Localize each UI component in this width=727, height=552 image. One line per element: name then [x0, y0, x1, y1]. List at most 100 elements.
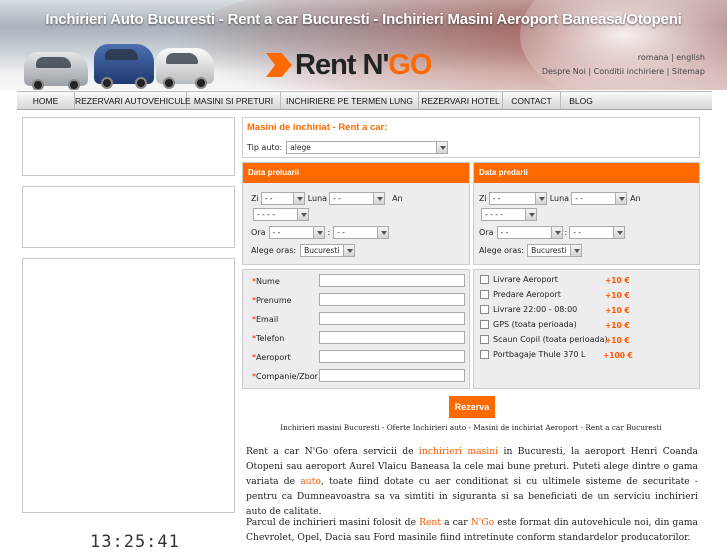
left-panel-middle: [22, 186, 235, 248]
pickup-hour-label: Ora: [251, 228, 266, 237]
dropoff-heading: Data predarii: [474, 163, 699, 183]
top-links: Despre Noi | Conditii inchiriere | Sitem…: [541, 67, 705, 76]
chevron-down-icon: [534, 193, 546, 204]
airport-input[interactable]: [319, 350, 465, 363]
extra-price: +10 €: [605, 321, 630, 330]
dropoff-city-label: Alege oras:: [479, 246, 525, 255]
company-flight-input[interactable]: [319, 369, 465, 382]
lang-romana-link[interactable]: romana: [638, 53, 669, 62]
dropoff-hour-select[interactable]: - -: [496, 226, 563, 239]
pickup-month-label: Luna: [307, 194, 328, 203]
pickup-day-label: Zi: [251, 194, 259, 203]
phone-input[interactable]: [319, 331, 465, 344]
extra-label: GPS (toata perioada): [493, 320, 577, 329]
nav-item-blog[interactable]: BLOG: [561, 92, 601, 109]
chevron-down-icon: [292, 193, 304, 204]
pickup-day-select[interactable]: - -: [260, 192, 305, 205]
conditions-link[interactable]: Conditii inchiriere: [594, 67, 664, 76]
dropoff-year-label: An: [630, 194, 641, 203]
pickup-year-label: An: [392, 194, 403, 203]
chevron-down-icon: [525, 209, 536, 220]
dropoff-day-select[interactable]: - -: [488, 192, 547, 205]
chevron-down-icon: [343, 245, 355, 256]
name-input[interactable]: [319, 274, 465, 287]
logo-arrow-icon: [266, 53, 292, 77]
ngo-link[interactable]: N'Go: [471, 517, 494, 528]
car-image-white: [156, 48, 214, 89]
extra-checkbox[interactable]: [480, 290, 489, 299]
email-label: Email: [256, 315, 279, 324]
site-header: Inchirieri Auto Bucuresti - Rent a car B…: [0, 0, 727, 90]
chevron-down-icon: [570, 245, 582, 256]
form-title: Masini de inchiriat - Rent a car:: [242, 117, 700, 138]
nav-item-rezervari-hotel[interactable]: REZERVARI HOTEL: [419, 92, 503, 109]
nav-item-home[interactable]: HOME: [17, 92, 75, 109]
pickup-city-label: Alege oras:: [251, 246, 297, 255]
extra-price: +100 €: [603, 351, 633, 360]
extra-label: Predare Aeroport: [493, 290, 561, 299]
extra-checkbox[interactable]: [480, 350, 489, 359]
about-link[interactable]: Despre Noi: [542, 67, 586, 76]
pickup-heading: Data preluarii: [243, 163, 469, 183]
reservation-area: Masini de inchiriat - Rent a car: Tip au…: [242, 117, 700, 543]
chevron-down-icon: [436, 142, 448, 153]
pickup-hour-select[interactable]: - -: [268, 226, 325, 239]
dropoff-panel: Data predarii Zi - - Luna - - An - - - -…: [473, 162, 700, 265]
dropoff-day-label: Zi: [479, 194, 487, 203]
extra-price: +10 €: [605, 336, 630, 345]
nav-item-masini-si-preturi[interactable]: MASINI SI PRETURI: [187, 92, 281, 109]
rent-link[interactable]: Rent: [419, 517, 441, 528]
dropoff-minute-select[interactable]: - -: [569, 226, 626, 239]
dropoff-month-select[interactable]: - -: [571, 192, 628, 205]
fleet-paragraph: Parcul de inchirieri masini folosit de R…: [246, 517, 698, 543]
extra-price: +10 €: [605, 291, 630, 300]
site-title: Inchirieri Auto Bucuresti - Rent a car B…: [45, 11, 682, 28]
name-label: Nume: [256, 277, 280, 286]
car-image-silver: [24, 52, 88, 90]
pickup-panel: Data preluarii Zi - - Luna - - An - - - …: [242, 162, 470, 265]
dropoff-year-select[interactable]: - - - -: [481, 208, 537, 221]
seo-links[interactable]: Inchirieri masini Bucuresti - Oferte Inc…: [242, 423, 700, 432]
extra-label: Scaun Copil (toata perioada): [493, 335, 608, 344]
pickup-month-select[interactable]: - -: [329, 192, 386, 205]
email-input[interactable]: [319, 312, 465, 325]
surname-label: Prenume: [256, 296, 292, 305]
pickup-minute-select[interactable]: - -: [333, 226, 390, 239]
chevron-down-icon: [613, 227, 625, 238]
chevron-down-icon: [312, 227, 324, 238]
dropoff-time-colon: :: [564, 228, 568, 237]
chevron-down-icon: [373, 193, 385, 204]
extra-checkbox[interactable]: [480, 275, 489, 284]
extra-label: Portbagaje Thule 370 L: [493, 350, 586, 359]
logo-text-accent: GO: [388, 48, 432, 81]
auto-link[interactable]: auto: [300, 476, 321, 487]
reserve-button[interactable]: Rezerva: [449, 396, 495, 418]
pickup-city-select[interactable]: Bucuresti: [300, 244, 356, 257]
airport-label: Aeroport: [256, 353, 291, 362]
contact-panel: * Nume * Prenume * Email * Telefon * Aeroport…: [242, 269, 470, 389]
extra-checkbox[interactable]: [480, 335, 489, 344]
rent-cars-link[interactable]: inchirieri masini: [419, 446, 498, 457]
language-switcher: romana | english: [637, 53, 705, 62]
extra-checkbox[interactable]: [480, 305, 489, 314]
left-panel-bottom: [22, 258, 235, 513]
dropoff-city-select[interactable]: Bucuresti: [527, 244, 583, 257]
lang-english-link[interactable]: english: [676, 53, 705, 62]
car-type-label: Tip auto:: [247, 143, 283, 152]
extra-label: Livrare 22:00 - 08:00: [493, 305, 578, 314]
car-type-row: Tip auto: alege: [242, 138, 700, 158]
intro-paragraph: Rent a car N'Go ofera servicii de inchir…: [246, 446, 699, 517]
nav-item-termen-lung[interactable]: INCHIRIERE PE TERMEN LUNG: [281, 92, 419, 109]
extra-checkbox[interactable]: [480, 320, 489, 329]
left-panel-top: [22, 117, 235, 176]
nav-item-contact[interactable]: CONTACT: [503, 92, 561, 109]
surname-input[interactable]: [319, 293, 465, 306]
extra-price: +10 €: [605, 276, 630, 285]
chevron-down-icon: [550, 227, 562, 238]
car-type-select[interactable]: alege: [286, 141, 449, 154]
sitemap-link[interactable]: Sitemap: [672, 67, 705, 76]
rentngo-logo[interactable]: Rent N'GO: [266, 48, 432, 81]
nav-item-rezervari-autovehicule[interactable]: REZERVARI AUTOVEHICULE: [75, 92, 191, 109]
logo-text: Rent N': [295, 48, 389, 81]
pickup-year-select[interactable]: - - - -: [253, 208, 309, 221]
